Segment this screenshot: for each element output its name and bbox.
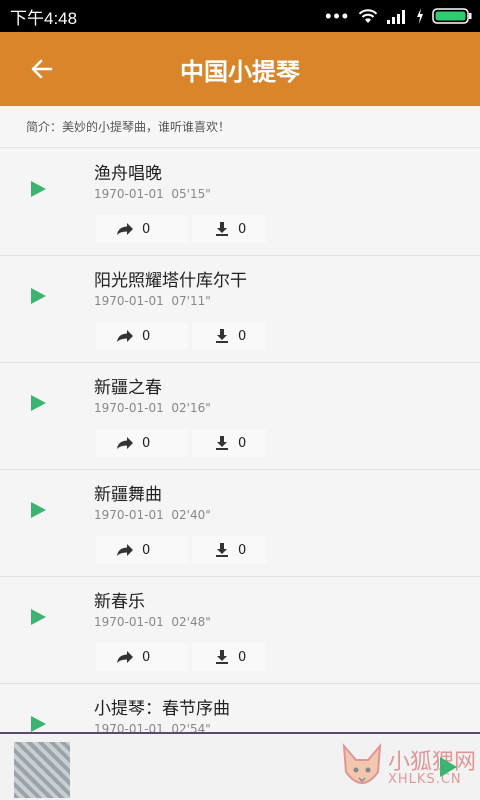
track-play-button[interactable] (28, 714, 48, 734)
play-icon (31, 288, 46, 304)
track-title: 小提琴：春节序曲 (94, 699, 230, 719)
track-title: 新春乐 (94, 592, 145, 612)
more-dots-icon: ••• (325, 6, 350, 26)
share-icon (117, 651, 133, 663)
share-icon (117, 330, 133, 342)
share-count: 0 (142, 649, 151, 665)
download-count: 0 (238, 328, 247, 344)
play-icon (31, 502, 46, 518)
signal-icon (387, 10, 405, 24)
battery-icon (432, 8, 472, 24)
fox-logo-icon (342, 743, 382, 784)
track-date: 1970-01-01 (94, 615, 164, 629)
track-play-button[interactable] (28, 179, 48, 199)
download-icon (216, 650, 228, 664)
track-list: 渔舟唱晚 1970-01-01 05'15" 0 0 阳光照耀塔什库尔干 1970-01-… (0, 149, 480, 791)
play-icon (440, 757, 457, 777)
download-button[interactable]: 0 (192, 643, 266, 671)
share-button[interactable]: 0 (96, 643, 188, 671)
track-row[interactable]: 渔舟唱晚 1970-01-01 05'15" 0 0 (0, 149, 480, 256)
share-count: 0 (142, 435, 151, 451)
share-icon (117, 223, 133, 235)
download-button[interactable]: 0 (192, 322, 266, 350)
album-art[interactable] (14, 742, 70, 798)
arrow-left-icon (31, 59, 53, 79)
track-play-button[interactable] (28, 607, 48, 627)
download-icon (216, 543, 228, 557)
play-icon (31, 395, 46, 411)
track-play-button[interactable] (28, 393, 48, 413)
player-play-button[interactable] (438, 756, 458, 778)
track-meta: 1970-01-01 02'16" (94, 401, 211, 415)
play-icon (31, 609, 46, 625)
share-button[interactable]: 0 (96, 536, 188, 564)
track-date: 1970-01-01 (94, 508, 164, 522)
track-meta: 1970-01-01 07'11" (94, 294, 211, 308)
track-row[interactable]: 阳光照耀塔什库尔干 1970-01-01 07'11" 0 0 (0, 256, 480, 363)
app-bar: 中国小提琴 (0, 32, 480, 106)
download-count: 0 (238, 435, 247, 451)
track-date: 1970-01-01 (94, 294, 164, 308)
share-icon (117, 437, 133, 449)
download-button[interactable]: 0 (192, 215, 266, 243)
download-count: 0 (238, 542, 247, 558)
status-bar: 下午4:48 ••• (0, 0, 480, 32)
back-button[interactable] (24, 54, 60, 84)
play-icon (31, 716, 46, 732)
share-count: 0 (142, 542, 151, 558)
play-icon (31, 181, 46, 197)
share-button[interactable]: 0 (96, 215, 188, 243)
share-count: 0 (142, 221, 151, 237)
download-button[interactable]: 0 (192, 536, 266, 564)
page-title: 中国小提琴 (180, 57, 300, 86)
track-duration: 02'16" (171, 401, 211, 415)
watermark: 小狐狸网 XHLKS.CN (340, 736, 480, 800)
share-count: 0 (142, 328, 151, 344)
share-icon (117, 544, 133, 556)
track-title: 阳光照耀塔什库尔干 (94, 271, 247, 291)
download-icon (216, 329, 228, 343)
track-duration: 05'15" (171, 187, 211, 201)
track-date: 1970-01-01 (94, 401, 164, 415)
charging-icon (417, 8, 423, 24)
track-duration: 07'11" (171, 294, 211, 308)
share-button[interactable]: 0 (96, 322, 188, 350)
track-title: 渔舟唱晚 (94, 164, 162, 184)
track-date: 1970-01-01 (94, 187, 164, 201)
wifi-icon (358, 9, 378, 23)
mini-player: 小狐狸网 XHLKS.CN (0, 732, 480, 800)
track-row[interactable]: 新春乐 1970-01-01 02'48" 0 0 (0, 577, 480, 684)
album-intro: 简介：美妙的小提琴曲，谁听谁喜欢！ (0, 106, 480, 148)
track-row[interactable]: 新疆之春 1970-01-01 02'16" 0 0 (0, 363, 480, 470)
status-time: 下午4:48 (10, 8, 78, 28)
track-title: 新疆之春 (94, 378, 162, 398)
track-title: 新疆舞曲 (94, 485, 162, 505)
download-count: 0 (238, 649, 247, 665)
track-duration: 02'48" (171, 615, 211, 629)
track-play-button[interactable] (28, 500, 48, 520)
status-icons: ••• (325, 7, 472, 25)
track-meta: 1970-01-01 05'15" (94, 187, 211, 201)
track-row[interactable]: 新疆舞曲 1970-01-01 02'40" 0 0 (0, 470, 480, 577)
track-meta: 1970-01-01 02'48" (94, 615, 211, 629)
download-count: 0 (238, 221, 247, 237)
share-button[interactable]: 0 (96, 429, 188, 457)
track-meta: 1970-01-01 02'40" (94, 508, 211, 522)
download-icon (216, 436, 228, 450)
download-button[interactable]: 0 (192, 429, 266, 457)
download-icon (216, 222, 228, 236)
track-duration: 02'40" (171, 508, 211, 522)
track-play-button[interactable] (28, 286, 48, 306)
